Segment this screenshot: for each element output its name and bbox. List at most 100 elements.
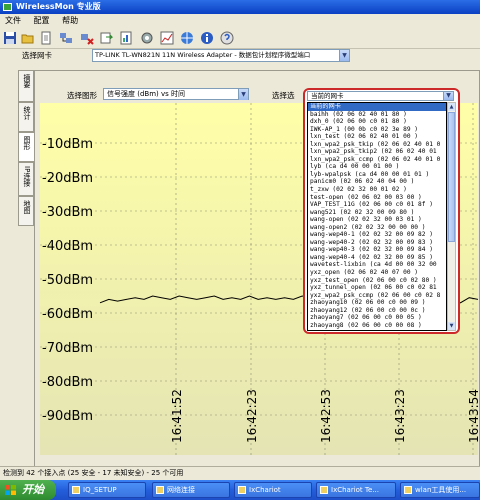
access-point-item[interactable]: test-open (02 06 02 00 03 00 ): [308, 194, 446, 202]
access-point-item[interactable]: wang-wep40-2 (02 02 32 00 09 83 ): [308, 239, 446, 247]
access-point-item[interactable]: lxn_test (02 06 02 40 01 00 ): [308, 133, 446, 141]
access-point-item[interactable]: lxn_wpa2_psk_tkip (02 06 02 40 01 0: [308, 141, 446, 149]
x-tick-label: 16:43:23: [393, 389, 407, 443]
adapter-value: TP-LINK TL-WN821N 11N Wireless Adapter -…: [95, 51, 311, 59]
task-iq-setup[interactable]: IQ_SETUP: [68, 482, 146, 498]
access-point-item[interactable]: yxz_wpa2_psk_ccmp (02 06 00 c0 02 8: [308, 292, 446, 300]
scroll-down-icon[interactable]: ▼: [448, 322, 455, 330]
x-tick-label: 16:42:23: [245, 389, 259, 443]
y-tick-label: -40dBm: [42, 239, 93, 254]
access-point-item[interactable]: lxn_wpa2_psk_ccmp (02 06 02 40 01 0: [308, 156, 446, 164]
app-icon: [238, 486, 246, 494]
access-point-item[interactable]: lyb-wpalpsk (ca d4 00 00 01 01 ): [308, 171, 446, 179]
access-point-item[interactable]: 当前的网卡: [308, 103, 446, 111]
network-icon: [156, 486, 164, 494]
access-point-list[interactable]: 当前的网卡 baihh (02 06 02 40 01 80 ) dxh_0 (02…: [307, 102, 447, 331]
y-tick-label: -20dBm: [42, 171, 93, 186]
access-point-item[interactable]: zhaoyang7 (02 06 00 c0 00 05 ): [308, 314, 446, 322]
save-icon[interactable]: [3, 31, 17, 45]
menu-help[interactable]: 帮助: [57, 14, 83, 27]
access-point-item[interactable]: baihh (02 06 02 40 01 80 ): [308, 111, 446, 119]
graph-type-select[interactable]: 信号强度 (dBm) vs 时间 ▼: [103, 88, 249, 100]
adapter-filter-select[interactable]: 当前的网卡 ▼: [307, 91, 454, 101]
folder-icon: [72, 486, 80, 494]
task-wlan-tool[interactable]: wlan工具使用...: [400, 482, 480, 498]
graph-select-label: 选择图形: [67, 91, 97, 100]
chevron-down-icon[interactable]: ▼: [443, 92, 453, 100]
export-icon[interactable]: [99, 31, 113, 45]
menu-config[interactable]: 配置: [29, 14, 55, 27]
access-point-item[interactable]: zhaoyang8 (02 06 00 c0 00 08 ): [308, 322, 446, 330]
adapter-select[interactable]: TP-LINK TL-WN821N 11N Wireless Adapter -…: [92, 49, 350, 62]
help-icon[interactable]: [220, 31, 234, 45]
adapter-filter-dropdown[interactable]: 当前的网卡 ▼ 当前的网卡 baihh (02 06 02 40 01 80 ) d…: [303, 88, 460, 334]
scrollbar-thumb[interactable]: [448, 112, 455, 242]
x-tick-label: 16:42:53: [319, 389, 333, 443]
access-point-item[interactable]: wang521 (02 02 32 00 09 80 ): [308, 209, 446, 217]
access-point-item[interactable]: zhaoyang12 (02 06 00 c0 00 0c ): [308, 307, 446, 315]
access-point-item[interactable]: lyb (ca d4 00 00 01 00 ): [308, 163, 446, 171]
y-tick-label: -60dBm: [42, 307, 93, 322]
access-point-item[interactable]: IWK-AP_1 (00 0b c0 02 3e 89 ): [308, 126, 446, 134]
info-icon[interactable]: [200, 31, 214, 45]
y-tick-label: -10dBm: [42, 137, 93, 152]
scroll-up-icon[interactable]: ▲: [448, 103, 455, 111]
access-point-item[interactable]: lxn_wpa2_psk_tkip2 (02 06 02 40 01: [308, 148, 446, 156]
report-icon[interactable]: [119, 31, 133, 45]
access-point-item[interactable]: yxz_test_open (02 06 00 c0 02 80 ): [308, 277, 446, 285]
network-icon[interactable]: [59, 31, 73, 45]
adapter-label: 选择网卡: [22, 51, 52, 60]
chevron-down-icon[interactable]: ▼: [238, 89, 248, 100]
tab-graph[interactable]: 图形: [18, 132, 34, 162]
start-button[interactable]: 开始: [0, 480, 56, 500]
tab-ip-connections[interactable]: IP连接: [18, 162, 34, 196]
side-tabs: 摘要 统计 图形 IP连接 地图: [18, 70, 34, 470]
access-point-item[interactable]: wang-wep40-1 (02 02 32 00 09 82 ): [308, 231, 446, 239]
x-tick-label: 16:43:54: [467, 389, 478, 443]
tab-statistics[interactable]: 统计: [18, 102, 34, 132]
gps-icon[interactable]: [180, 31, 194, 45]
tab-map[interactable]: 地图: [18, 196, 34, 226]
access-point-item[interactable]: t_zxw (02 02 32 00 01 02 ): [308, 186, 446, 194]
access-point-item[interactable]: wang-wep40-4 (02 02 32 00 09 85 ): [308, 254, 446, 262]
settings-icon[interactable]: [140, 31, 154, 45]
tab-summary[interactable]: 摘要: [18, 70, 34, 102]
document-icon: [404, 486, 412, 494]
access-point-item[interactable]: wang-open (02 02 32 00 03 01 ): [308, 216, 446, 224]
new-icon[interactable]: [39, 31, 53, 45]
dropdown-scrollbar[interactable]: ▲ ▼: [447, 102, 456, 331]
x-tick-label: 16:41:52: [170, 389, 184, 443]
access-point-item[interactable]: wang-wep40-3 (02 02 32 00 09 84 ): [308, 246, 446, 254]
adapter-filter-label: 选择选: [272, 91, 295, 100]
access-point-item[interactable]: wavetest-lixbin (ca 4d 00 00 32 00: [308, 261, 446, 269]
toolbar: [0, 27, 480, 49]
access-point-item[interactable]: zhaoyang10 (02 06 00 c0 00 09 ): [308, 299, 446, 307]
y-tick-label: -90dBm: [42, 409, 93, 424]
disconnect-icon[interactable]: [80, 31, 94, 45]
window-titlebar[interactable]: WirelessMon 专业版: [0, 0, 480, 14]
menu-file[interactable]: 文件: [0, 14, 26, 27]
y-axis-ticks: -10dBm -20dBm -30dBm -40dBm -50dBm -60dBm -70d…: [42, 137, 93, 424]
access-point-item[interactable]: yxz_open (02 06 02 40 07 00 ): [308, 269, 446, 277]
open-icon[interactable]: [21, 31, 35, 45]
access-point-item[interactable]: panicm0 (02 06 02 40 04 00 ): [308, 178, 446, 186]
access-point-item[interactable]: dxh_0 (02 06 00 c0 01 80 ): [308, 118, 446, 126]
windows-logo-icon: [5, 485, 16, 495]
chevron-down-icon[interactable]: ▼: [339, 50, 349, 61]
task-ixchariot[interactable]: IxChariot: [234, 482, 312, 498]
access-point-item[interactable]: VAP_TEST_11G (02 06 00 c0 01 8f ): [308, 201, 446, 209]
start-label: 开始: [22, 483, 44, 496]
task-ixchariot-test[interactable]: IxChariot Te...: [316, 482, 396, 498]
menu-bar: 文件 配置 帮助: [0, 14, 480, 27]
task-network[interactable]: 网络连接: [152, 482, 230, 498]
status-text: 检测到 42 个接入点 (25 安全 - 17 未知安全) - 25 个可用: [3, 469, 184, 477]
adapter-row: 选择网卡 TP-LINK TL-WN821N 11N Wireless Adap…: [0, 49, 480, 63]
window-title: WirelessMon 专业版: [16, 2, 101, 11]
chart-icon[interactable]: [160, 31, 174, 45]
graph-type-value: 信号强度 (dBm) vs 时间: [107, 90, 185, 98]
y-tick-label: -50dBm: [42, 273, 93, 288]
access-point-item[interactable]: wang-open2 (02 02 32 00 00 00 ): [308, 224, 446, 232]
status-bar: 检测到 42 个接入点 (25 安全 - 17 未知安全) - 25 个可用: [0, 466, 480, 480]
access-point-item[interactable]: yxz_tunnel_open (02 06 00 c0 02 81: [308, 284, 446, 292]
adapter-filter-value: 当前的网卡: [311, 92, 344, 100]
